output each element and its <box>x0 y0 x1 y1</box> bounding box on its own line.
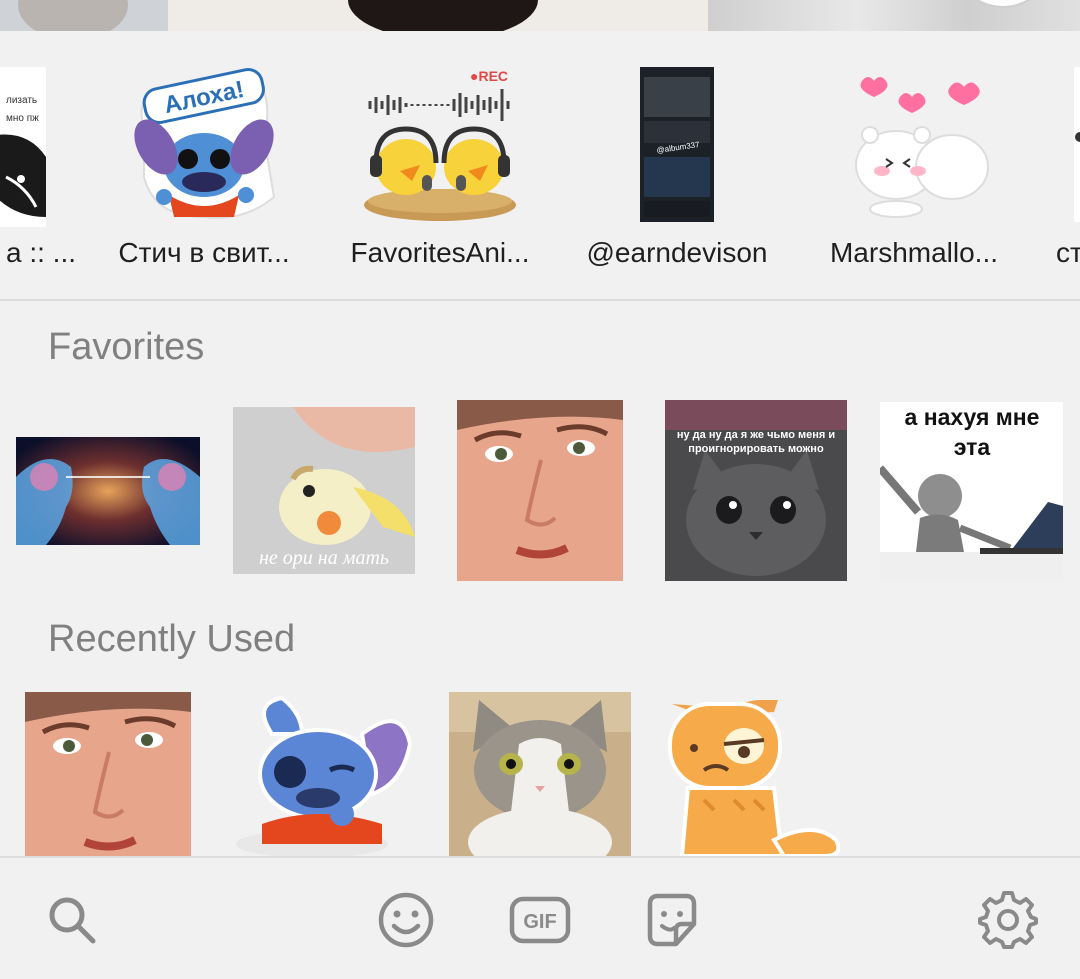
svg-text:мно пж: мно пж <box>6 113 39 124</box>
chat-photo-3 <box>708 0 1080 31</box>
grumpy-orange-cat-sticker-icon <box>668 700 841 856</box>
sticker-pack-row[interactable]: лизать мно пж а :: ... Алоха! Стич в сви… <box>0 31 1080 299</box>
pack-name: а :: ... <box>5 237 76 268</box>
favorite-sticker-2[interactable] <box>457 400 623 581</box>
sticker-pack-5[interactable]: ст <box>1030 31 1080 299</box>
chat-photo-2 <box>168 0 708 31</box>
sad-cat-sticker-icon: ну да ну да я же чьмо меня и проигнориро… <box>665 400 847 581</box>
gear-icon <box>978 891 1038 949</box>
sleepy-stitch-sticker-icon <box>236 695 412 856</box>
stitch-aloha-icon: Алоха! <box>134 68 276 219</box>
recent-sticker-3[interactable] <box>664 700 846 856</box>
sticker-pack-0[interactable]: лизать мно пж а :: ... <box>0 31 82 299</box>
svg-text:лизать: лизать <box>6 95 37 106</box>
search-button[interactable] <box>40 888 104 952</box>
recent-sticker-0[interactable] <box>25 692 191 856</box>
brain-heads-sticker-icon <box>16 437 200 545</box>
sticker-pack-2[interactable]: ●REC FavoritesAni... <box>324 31 556 299</box>
favorite-sticker-3[interactable]: ну да ну да я же чьмо меня и проигнориро… <box>665 400 847 581</box>
rec-text: ●REC <box>470 68 508 84</box>
recent-sticker-2[interactable] <box>449 692 631 856</box>
marshmallow-bears-icon <box>855 77 989 218</box>
computer-figure-sticker-icon: а нахуя мне эта информация <box>876 402 1063 580</box>
favorite-sticker-1[interactable]: не ори на мать <box>233 407 415 574</box>
manga-sticker-icon: лизать мно пж <box>0 67 46 227</box>
favorite-sticker-0[interactable] <box>16 437 200 545</box>
sticker-caption: ну да ну да я же чьмо меня и проигнориро… <box>676 429 836 455</box>
gif-tab-button[interactable]: GIF <box>508 888 572 952</box>
ducks-podcast-icon: ●REC <box>364 68 516 221</box>
sticker-pack-4[interactable]: Marshmallo... <box>798 31 1030 299</box>
favorite-sticker-4[interactable]: а нахуя мне эта информация <box>876 402 1063 580</box>
phone-screenshot-icon: @album337 <box>640 67 714 222</box>
recently-used-title: Recently Used <box>48 618 296 660</box>
parrot-sticker-icon: не ори на мать <box>233 407 415 574</box>
emoji-icon <box>378 892 434 948</box>
pack-divider <box>0 299 1080 301</box>
emoji-tab-button[interactable] <box>374 888 438 952</box>
sticker-pack-1[interactable]: Алоха! Стич в свит... <box>88 31 320 299</box>
sticker-caption: а нахуя мне эта информация <box>904 404 1040 460</box>
pack-name: @earndevison <box>586 237 768 268</box>
search-icon <box>49 897 96 944</box>
partial-sticker-icon <box>1074 67 1080 222</box>
chat-content-strip <box>0 0 1080 31</box>
cat-photo-sticker-icon <box>449 692 631 856</box>
gif-label: GIF <box>523 911 556 933</box>
pack-name: ст <box>1056 237 1080 268</box>
sticker-pack-3[interactable]: @album337 @earndevison <box>561 31 793 299</box>
sticker-icon <box>647 893 697 947</box>
man-face-sticker-icon <box>457 400 623 581</box>
favorites-title: Favorites <box>48 326 205 368</box>
pack-name: Стич в свит... <box>118 237 290 268</box>
sticker-tab-button[interactable] <box>640 888 704 952</box>
sticker-panel-toolbar: GIF <box>0 856 1080 979</box>
gif-icon: GIF <box>509 896 571 944</box>
chat-photo-1 <box>0 0 168 31</box>
pack-name: FavoritesAni... <box>350 237 530 268</box>
sticker-caption: не ори на мать <box>259 547 389 569</box>
settings-button[interactable] <box>976 888 1040 952</box>
pack-name: Marshmallo... <box>829 237 999 268</box>
recent-sticker-1[interactable] <box>232 694 412 856</box>
man-face-sticker-icon <box>25 692 191 856</box>
